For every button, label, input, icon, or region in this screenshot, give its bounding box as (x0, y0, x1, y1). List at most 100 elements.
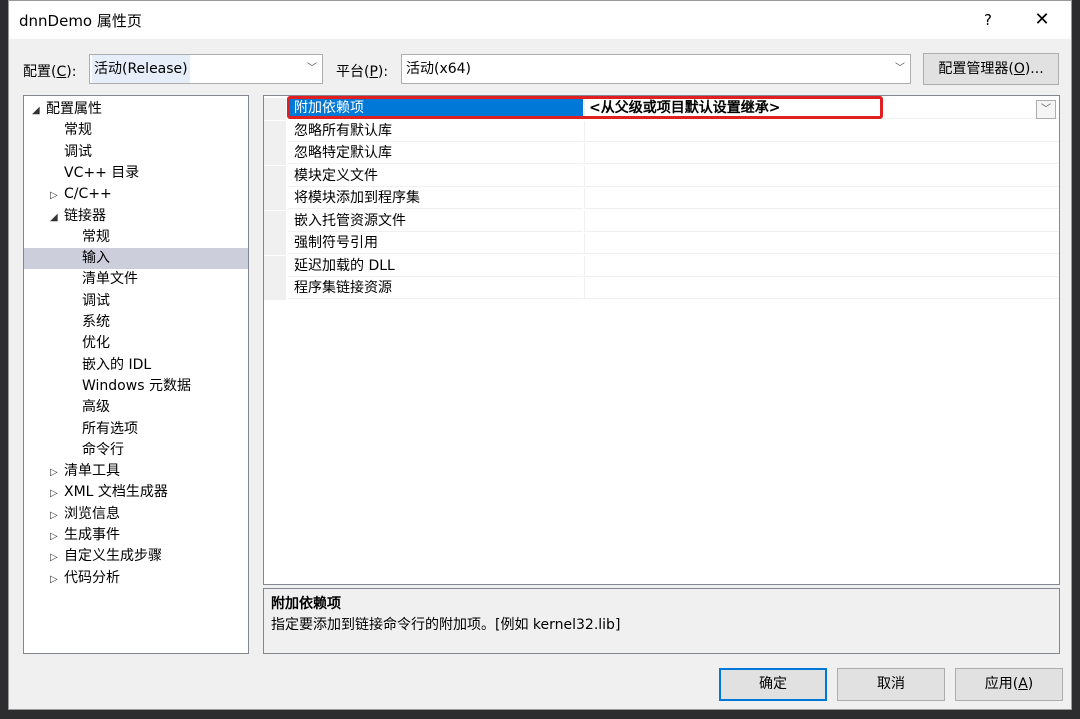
property-value[interactable] (584, 210, 1059, 232)
tree-item[interactable]: 优化 (24, 333, 248, 354)
property-row[interactable]: 忽略特定默认库 (264, 143, 1059, 165)
property-row[interactable]: 程序集链接资源 (264, 278, 1059, 300)
tree-item-label: 优化 (82, 335, 110, 352)
property-name[interactable]: 忽略特定默认库 (288, 143, 583, 164)
property-name[interactable]: 模块定义文件 (288, 166, 583, 187)
tree-item[interactable]: VC++ 目录 (24, 163, 248, 184)
window-title: dnnDemo 属性页 (19, 12, 142, 30)
property-name[interactable]: 程序集链接资源 (288, 278, 583, 299)
tree-item[interactable]: 调试 (24, 142, 248, 163)
tree-item[interactable]: 嵌入的 IDL (24, 355, 248, 376)
property-row[interactable]: 嵌入托管资源文件 (264, 210, 1059, 233)
tree-item[interactable]: ◢ 链接器 (24, 206, 248, 227)
property-row[interactable]: 将模块添加到程序集 (264, 188, 1059, 210)
tree-item-label: 代码分析 (64, 569, 120, 586)
property-name[interactable]: 将模块添加到程序集 (288, 188, 583, 209)
property-name[interactable]: 强制符号引用 (288, 233, 583, 254)
value-dropdown-button[interactable]: ﹀ (1036, 100, 1056, 119)
tree-item-label: 清单文件 (82, 271, 138, 288)
row-gutter (264, 165, 286, 188)
property-value[interactable] (584, 188, 1059, 209)
property-value[interactable] (584, 233, 1059, 254)
tree-item-label: 浏览信息 (64, 505, 120, 522)
row-gutter (264, 143, 286, 165)
tree-item-label: 配置属性 (46, 101, 102, 117)
tree-item-label: 链接器 (64, 207, 106, 224)
property-pages-dialog: dnnDemo 属性页 ? ✕ 配置(C): 活动(Release) ﹀ 平台(… (8, 0, 1072, 710)
description-title: 附加依赖项 (271, 596, 341, 612)
tree-item[interactable]: ▷ 浏览信息 (24, 504, 248, 525)
platform-label: 平台(P): (336, 64, 389, 80)
property-value[interactable] (584, 165, 1059, 187)
tree-item-label: 自定义生成步骤 (64, 548, 162, 565)
expand-arrow-icon[interactable]: ▷ (50, 526, 64, 547)
tree-item-label: C/C++ (64, 186, 112, 203)
tree-item[interactable]: 高级 (24, 397, 248, 418)
property-value[interactable] (584, 120, 1059, 142)
tree-item[interactable]: ▷ 清单工具 (24, 461, 248, 482)
tree-item-label: 常规 (64, 122, 92, 139)
property-value[interactable] (584, 255, 1059, 277)
property-row[interactable]: 强制符号引用 (264, 233, 1059, 255)
tree-item[interactable]: 命令行 (24, 440, 248, 461)
expand-arrow-icon[interactable]: ▷ (50, 185, 64, 206)
property-name[interactable]: 忽略所有默认库 (288, 121, 583, 142)
expand-arrow-icon[interactable]: ▷ (50, 505, 64, 526)
row-gutter (264, 210, 286, 233)
row-gutter (264, 188, 286, 210)
close-button[interactable]: ✕ (1019, 1, 1065, 39)
tree-item-label: Windows 元数据 (82, 377, 191, 394)
tree-item[interactable]: ▷ 生成事件 (24, 525, 248, 546)
tree-item[interactable]: 清单文件 (24, 269, 248, 290)
tree-item[interactable]: 系统 (24, 312, 248, 333)
tree-item-label: 高级 (82, 399, 110, 416)
expand-arrow-icon[interactable]: ▷ (50, 483, 64, 504)
config-label: 配置(C): (23, 64, 77, 80)
tree-item[interactable]: ◢ 配置属性 (24, 99, 248, 120)
tree-item-label: 嵌入的 IDL (82, 356, 152, 373)
property-row[interactable]: 忽略所有默认库 (264, 120, 1059, 143)
collapse-arrow-icon[interactable]: ◢ (50, 207, 64, 228)
row-gutter (264, 255, 286, 278)
row-gutter (264, 233, 286, 255)
tree-item-label: 所有选项 (82, 420, 138, 437)
description-panel: 附加依赖项 指定要添加到链接命令行的附加项。[例如 kernel32.lib] (263, 588, 1060, 654)
expand-arrow-icon[interactable]: ▷ (50, 462, 64, 483)
platform-value: 活动(x64) (406, 61, 472, 77)
config-manager-button[interactable]: 配置管理器(O)... (923, 53, 1059, 85)
tree-item[interactable]: 常规 (24, 227, 248, 248)
property-name[interactable]: 延迟加载的 DLL (288, 256, 583, 277)
tree-item[interactable]: ▷ XML 文档生成器 (24, 482, 248, 503)
tree-item[interactable]: ▷ 代码分析 (24, 568, 248, 589)
cancel-button[interactable]: 取消 (837, 668, 945, 701)
tree-item[interactable]: ▷ C/C++ (24, 184, 248, 205)
tree-item[interactable]: 常规 (24, 120, 248, 141)
tree-item[interactable]: 调试 (24, 291, 248, 312)
expand-arrow-icon[interactable]: ▷ (50, 569, 64, 590)
tree-item[interactable]: ▷ 自定义生成步骤 (24, 546, 248, 567)
tree-item-label: 调试 (82, 292, 110, 309)
property-name[interactable]: 嵌入托管资源文件 (288, 211, 583, 232)
tree-item-label: VC++ 目录 (64, 164, 140, 181)
property-value[interactable] (584, 278, 1059, 299)
help-button[interactable]: ? (965, 1, 1011, 39)
collapse-arrow-icon[interactable]: ◢ (32, 100, 46, 121)
platform-dropdown[interactable]: 活动(x64) ﹀ (401, 54, 911, 84)
property-row[interactable]: 延迟加载的 DLL (264, 255, 1059, 278)
config-tree[interactable]: ◢ 配置属性 常规 调试 VC++ 目录 ▷ C/C++ ◢ 链接器 常规 输入 清单文件 调试 系统 优化… (23, 95, 249, 654)
property-value[interactable] (584, 143, 1059, 164)
tree-item[interactable]: 所有选项 (24, 419, 248, 440)
ok-button[interactable]: 确定 (719, 668, 827, 701)
tree-item[interactable]: Windows 元数据 (24, 376, 248, 397)
tree-item-label: 生成事件 (64, 527, 120, 543)
highlight-box (287, 96, 883, 119)
property-grid[interactable]: 附加依赖项 <从父级或项目默认设置继承> ﹀ 忽略所有默认库 忽略特定默认库 模块定义文件… (263, 95, 1060, 585)
apply-button[interactable]: 应用(A) (955, 668, 1063, 701)
property-row[interactable]: 模块定义文件 (264, 165, 1059, 188)
row-gutter (264, 120, 286, 143)
tree-item-label: 清单工具 (64, 463, 120, 480)
tree-item[interactable]: 输入 (24, 248, 248, 270)
title-bar: dnnDemo 属性页 ? ✕ (9, 1, 1071, 39)
expand-arrow-icon[interactable]: ▷ (50, 547, 64, 568)
config-dropdown[interactable]: 活动(Release) ﹀ (89, 54, 323, 84)
